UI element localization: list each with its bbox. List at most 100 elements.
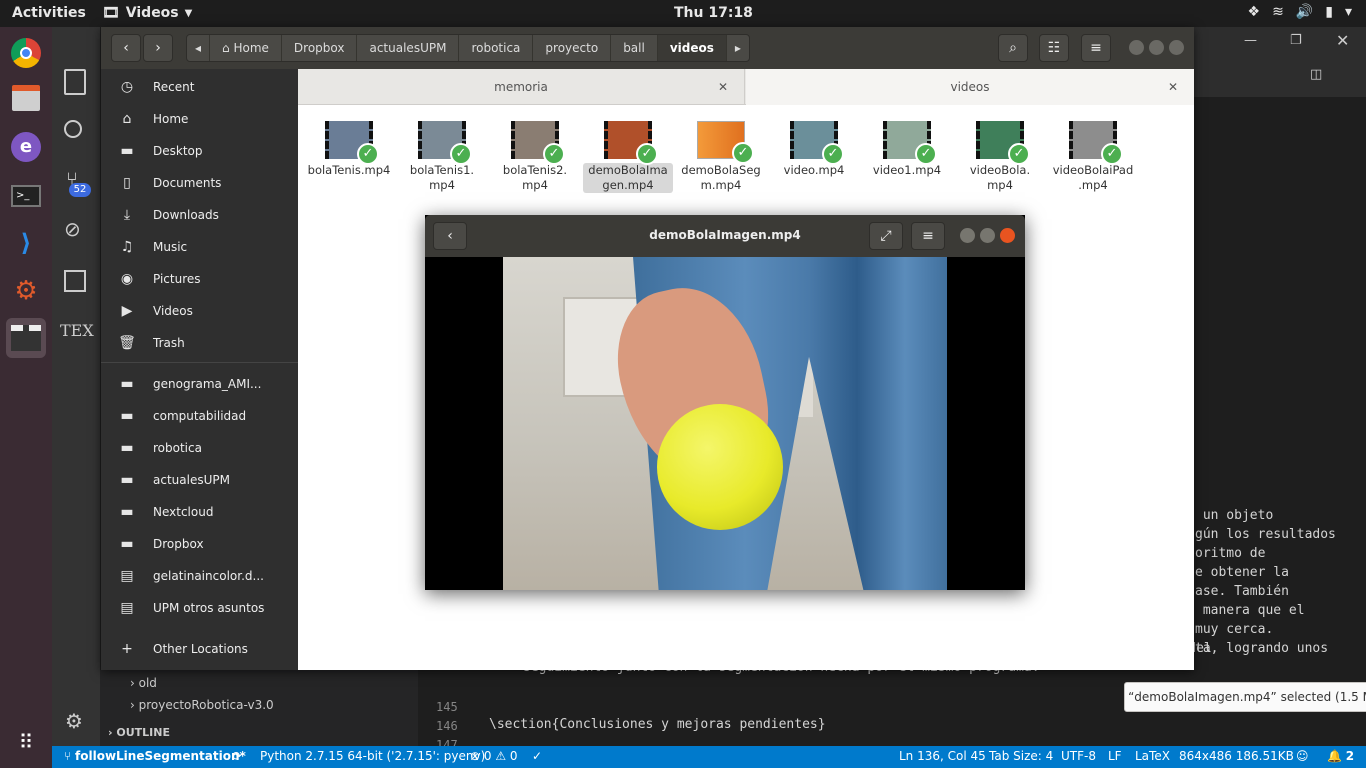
clock[interactable]: Thu 17:18: [674, 5, 753, 21]
videos-app-icon[interactable]: [6, 318, 46, 358]
player-close-button[interactable]: [1000, 228, 1015, 243]
minimize-icon[interactable]: —: [1244, 33, 1257, 48]
file-item[interactable]: ✓ bolaTenis2. mp4: [490, 121, 580, 193]
problems-status[interactable]: ⊗ 0 ⚠ 0: [470, 749, 518, 763]
player-menu-button[interactable]: ≡: [911, 222, 945, 250]
sidebar-item-trash[interactable]: 🗑 Trash: [101, 329, 298, 357]
sidebar-item-recent[interactable]: ◷ Recent: [101, 73, 298, 101]
breadcrumb-item[interactable]: Dropbox: [282, 35, 358, 61]
file-item[interactable]: ✓ demoBolaSeg m.mp4: [676, 121, 766, 193]
tab-videos[interactable]: videos ✕: [746, 69, 1194, 105]
extensions-icon[interactable]: [64, 270, 86, 292]
activities-button[interactable]: Activities: [12, 5, 86, 21]
fullscreen-button[interactable]: ⤢: [869, 222, 903, 250]
sidebar-item-desktop[interactable]: ▬ Desktop: [101, 137, 298, 165]
sidebar-item-dropbox[interactable]: ▬ Dropbox: [101, 530, 298, 558]
tex-icon[interactable]: TEX: [60, 321, 94, 340]
dropbox-icon[interactable]: ❖: [1248, 4, 1261, 20]
video-frame[interactable]: [503, 257, 947, 590]
sync-icon[interactable]: ⟳: [232, 749, 242, 763]
breadcrumb-scroll-left[interactable]: ◂: [187, 35, 211, 61]
outline-header[interactable]: › OUTLINE: [108, 726, 170, 739]
debug-icon[interactable]: ⊘: [64, 217, 81, 241]
player-minimize-button[interactable]: [960, 228, 975, 243]
sidebar-item-robotica[interactable]: ▬ robotica: [101, 434, 298, 462]
breadcrumb-current[interactable]: videos: [657, 35, 727, 61]
menu-button[interactable]: ≡: [1081, 34, 1111, 62]
search-button[interactable]: ⌕: [998, 34, 1028, 62]
breadcrumb-scroll-right[interactable]: ▸: [727, 35, 749, 61]
language-mode[interactable]: LaTeX: [1135, 749, 1170, 763]
encoding[interactable]: UTF-8: [1061, 749, 1096, 763]
file-name-line: video.mp4: [783, 163, 845, 177]
sidebar-item-nextcloud[interactable]: ▬ Nextcloud: [101, 498, 298, 526]
settings-app-icon[interactable]: ⚙: [6, 271, 46, 311]
breadcrumb-item[interactable]: actualesUPM: [357, 35, 460, 61]
close-tab-icon[interactable]: ✕: [718, 69, 728, 105]
settings-icon[interactable]: ⚙: [65, 709, 83, 733]
feedback-icon[interactable]: ☺: [1296, 749, 1309, 763]
search-icon[interactable]: [64, 120, 82, 138]
explorer-icon[interactable]: [64, 69, 86, 95]
editor-line-fragment: muy cerca.: [1195, 622, 1274, 637]
file-item[interactable]: ✓ demoBolaIma gen.mp4: [583, 121, 673, 193]
tree-item[interactable]: › old: [130, 676, 157, 690]
sidebar-item-pictures[interactable]: ◉ Pictures: [101, 265, 298, 293]
breadcrumb-item[interactable]: proyecto: [533, 35, 612, 61]
system-tray[interactable]: ❖ ≋ 🔊 ▮ ▾: [1248, 4, 1352, 20]
view-toggle-button[interactable]: ☷: [1039, 34, 1069, 62]
sidebar-item-computabilidad[interactable]: ▬ computabilidad: [101, 402, 298, 430]
terminal-icon[interactable]: >_: [6, 176, 46, 216]
maximize-button[interactable]: [1149, 40, 1164, 55]
sidebar-item-home[interactable]: ⌂ Home: [101, 105, 298, 133]
volume-icon[interactable]: 🔊: [1296, 4, 1313, 20]
places-sidebar: ◷ Recent ⌂ Home ▬ Desktop ▯ Documents ⤓ Downloads…: [101, 69, 298, 670]
sidebar-item-actualesupm[interactable]: ▬ actualesUPM: [101, 466, 298, 494]
sidebar-item-music[interactable]: ♫ Music: [101, 233, 298, 261]
player-maximize-button[interactable]: [980, 228, 995, 243]
back-button[interactable]: ‹: [111, 34, 141, 62]
wifi-icon[interactable]: ≋: [1272, 4, 1284, 20]
file-item[interactable]: ✓ videoBolaiPad .mp4: [1048, 121, 1138, 193]
file-item[interactable]: ✓ video.mp4: [769, 121, 859, 178]
app-menu[interactable]: 🎞 Videos ▼: [102, 5, 192, 21]
maximize-icon[interactable]: ❐: [1290, 33, 1302, 48]
chrome-icon[interactable]: [6, 33, 46, 73]
close-button[interactable]: [1169, 40, 1184, 55]
branch-status[interactable]: ⑂ followLineSegmentation*: [64, 749, 246, 763]
notification-icon[interactable]: 🔔 2: [1327, 749, 1354, 763]
file-name: video.mp4: [769, 163, 859, 178]
vscode-icon[interactable]: ⟩: [6, 223, 46, 263]
line-ending[interactable]: LF: [1108, 749, 1122, 763]
sidebar-item-documents[interactable]: ▯ Documents: [101, 169, 298, 197]
sidebar-item-genograma-ami[interactable]: ▬ genograma_AMI...: [101, 370, 298, 398]
power-menu-icon[interactable]: ▾: [1345, 4, 1352, 20]
emacs-icon[interactable]: e: [6, 127, 46, 167]
close-tab-icon[interactable]: ✕: [1168, 69, 1178, 105]
forward-button[interactable]: ›: [143, 34, 173, 62]
file-cabinet-icon[interactable]: [6, 78, 46, 118]
battery-icon[interactable]: ▮: [1325, 4, 1333, 20]
minimize-button[interactable]: [1129, 40, 1144, 55]
breadcrumb-home[interactable]: ⌂ Home: [210, 35, 282, 61]
python-interpreter[interactable]: Python 2.7.15 64-bit ('2.7.15': pyenv): [260, 749, 485, 763]
breadcrumb-item[interactable]: robotica: [459, 35, 534, 61]
file-item[interactable]: ✓ bolaTenis1. mp4: [397, 121, 487, 193]
file-item[interactable]: ✓ bolaTenis.mp4: [304, 121, 394, 178]
show-applications-icon[interactable]: ⠿: [6, 722, 46, 762]
split-editor-icon[interactable]: ◫: [1310, 67, 1322, 82]
sidebar-item-upm-otros-asuntos[interactable]: ▤ UPM otros asuntos: [101, 594, 298, 622]
cursor-position[interactable]: Ln 136, Col 45: [899, 749, 986, 763]
tree-item[interactable]: › proyectoRobotica-v3.0: [130, 698, 274, 712]
sidebar-item-other-locations[interactable]: + Other Locations: [101, 635, 298, 663]
close-icon[interactable]: ✕: [1336, 31, 1349, 50]
tab-size[interactable]: Tab Size: 4: [989, 749, 1053, 763]
check-icon[interactable]: ✓: [532, 749, 542, 763]
tab-memoria[interactable]: memoria ✕: [298, 69, 745, 105]
file-item[interactable]: ✓ video1.mp4: [862, 121, 952, 178]
sidebar-item-downloads[interactable]: ⤓ Downloads: [101, 201, 298, 229]
breadcrumb-item[interactable]: ball: [611, 35, 658, 61]
file-item[interactable]: ✓ videoBola. mp4: [955, 121, 1045, 193]
sidebar-item-videos[interactable]: ▶ Videos: [101, 297, 298, 325]
sidebar-item-gelatinaincolor-d[interactable]: ▤ gelatinaincolor.d...: [101, 562, 298, 590]
